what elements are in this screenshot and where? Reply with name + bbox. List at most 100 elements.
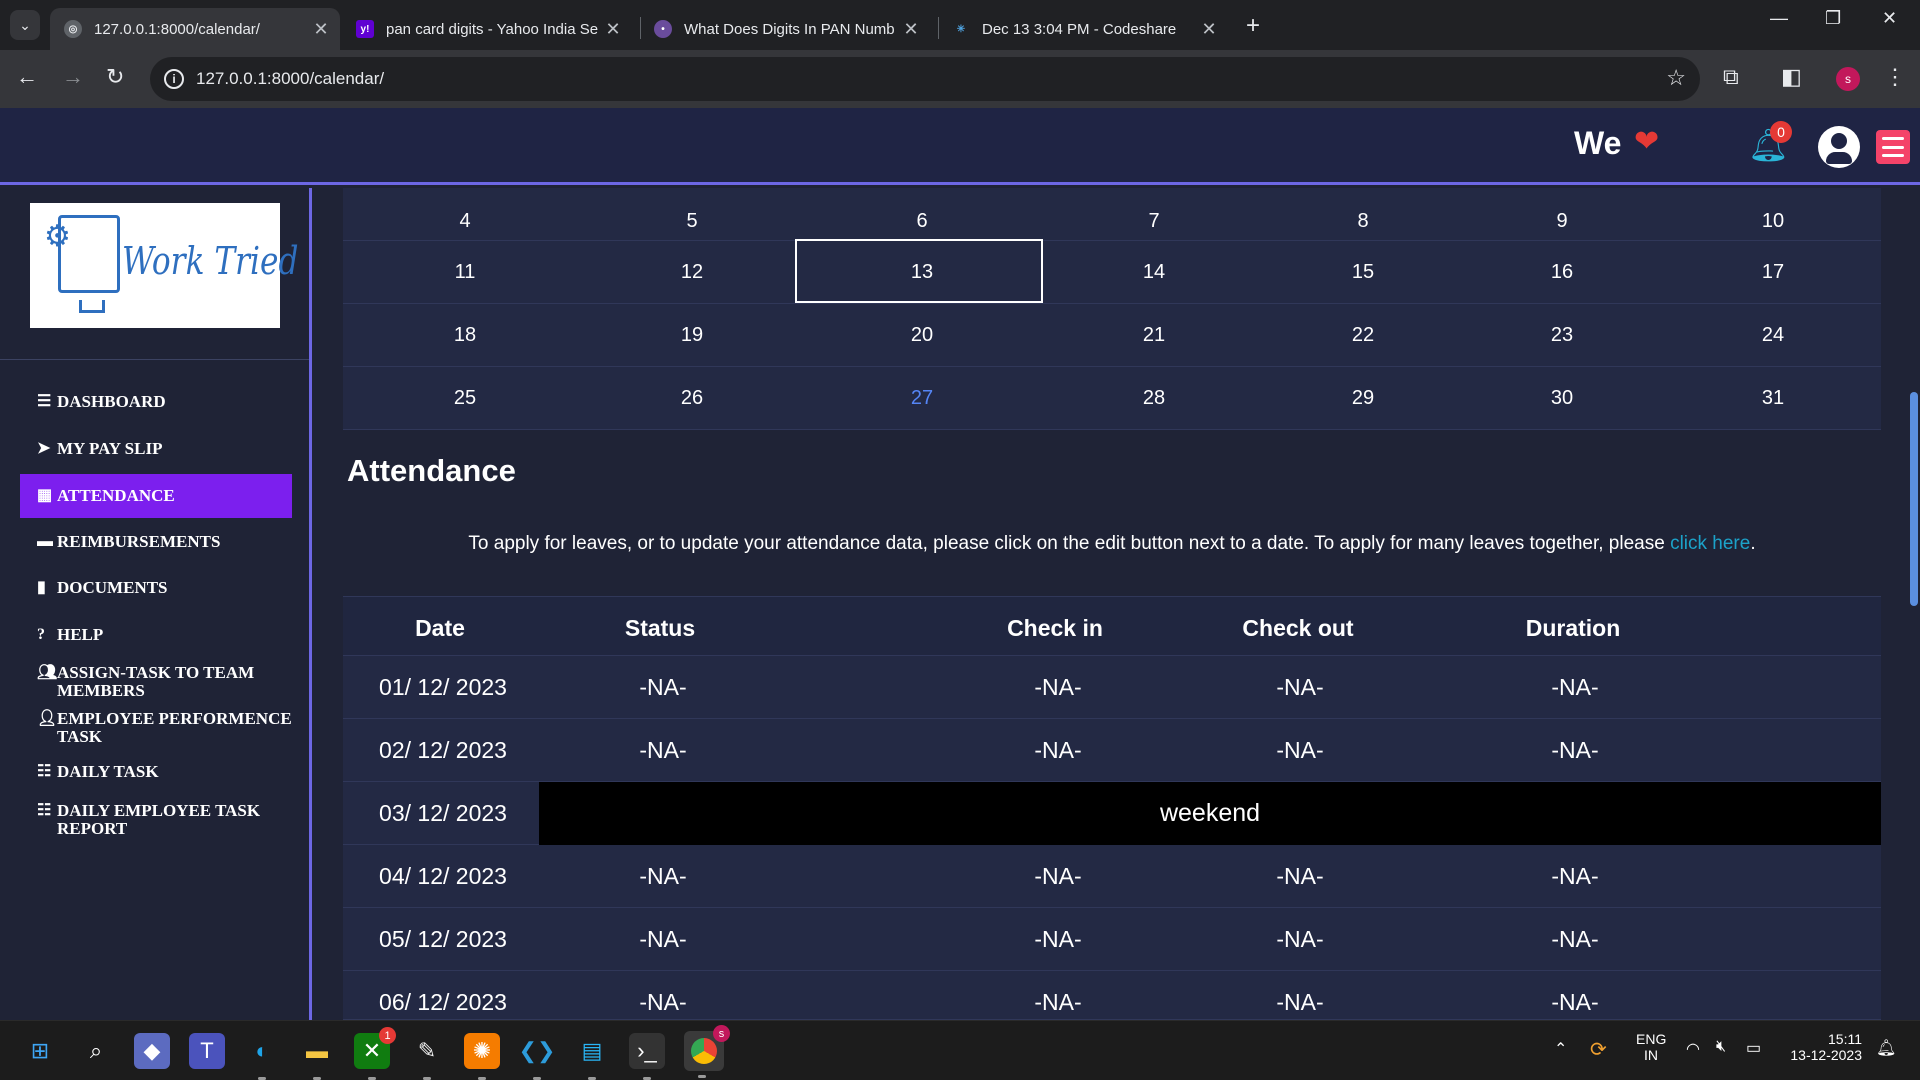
file-explorer-icon[interactable]: ▬ <box>299 1033 335 1080</box>
tray-overflow-icon[interactable]: ⌃ <box>1554 1039 1567 1059</box>
back-icon[interactable]: ← <box>16 64 38 90</box>
calendar-day-highlighted[interactable]: 27 <box>872 387 972 410</box>
calendar-day[interactable]: 6 <box>872 210 972 233</box>
tab-search-button[interactable]: ⌄ <box>10 10 40 40</box>
sidebar-item-label: DAILY TASK <box>57 762 159 781</box>
close-window-icon[interactable]: ✕ <box>1882 8 1897 29</box>
sidebar-item-documents[interactable]: ▮ DOCUMENTS <box>20 579 292 597</box>
calendar-day[interactable]: 25 <box>415 387 515 410</box>
click-here-link[interactable]: click here <box>1670 533 1750 554</box>
calendar-day[interactable]: 18 <box>415 324 515 347</box>
tab-calendar[interactable]: ◎ 127.0.0.1:8000/calendar/ ✕ <box>50 8 340 50</box>
cell-status: -NA- <box>639 674 687 700</box>
calendar-day[interactable]: 7 <box>1104 210 1204 233</box>
user-avatar-icon[interactable] <box>1818 126 1860 168</box>
hamburger-menu-button[interactable] <box>1876 130 1910 164</box>
calendar-day[interactable]: 30 <box>1512 387 1612 410</box>
sidebar-item-reimbursements[interactable]: ▬ REIMBURSEMENTS <box>20 533 292 551</box>
notepad-icon[interactable]: ✎ <box>409 1033 445 1080</box>
sync-icon[interactable]: ⟳ <box>1590 1037 1607 1062</box>
edge-icon[interactable]: ◐ <box>244 1033 280 1080</box>
calendar-day[interactable]: 26 <box>642 387 742 410</box>
column-header-check-in: Check in <box>1007 615 1103 641</box>
sidebar-item-help[interactable]: ? HELP <box>20 626 292 644</box>
calendar-day[interactable]: 5 <box>642 210 742 233</box>
calendar-day[interactable]: 15 <box>1313 261 1413 284</box>
tab-yahoo[interactable]: y! pan card digits - Yahoo India Se ✕ <box>342 8 632 50</box>
reload-icon[interactable]: ↻ <box>106 64 124 90</box>
vscode-icon[interactable]: ❮❯ <box>519 1033 555 1080</box>
profile-avatar[interactable]: s <box>1836 67 1860 91</box>
side-panel-icon[interactable]: ◧ <box>1781 64 1802 90</box>
xampp-icon[interactable]: ✺ <box>464 1033 500 1080</box>
cell-check-out: -NA- <box>1276 863 1324 889</box>
calendar-day[interactable]: 10 <box>1723 210 1823 233</box>
start-icon[interactable]: ⊞ <box>22 1033 58 1069</box>
xbox-icon[interactable]: ✕ 1 <box>354 1027 396 1080</box>
more-menu-icon[interactable]: ⋮ <box>1884 64 1906 90</box>
address-bar[interactable]: i 127.0.0.1:8000/calendar/ ☆ <box>150 57 1700 101</box>
cell-date: 05/ 12/ 2023 <box>379 926 507 952</box>
calendar-day[interactable]: 12 <box>642 261 742 284</box>
cell-check-in: -NA- <box>1034 674 1082 700</box>
copilot-icon[interactable]: ◆ <box>134 1033 170 1069</box>
teams-icon[interactable]: T <box>189 1033 225 1069</box>
calendar-day[interactable]: 23 <box>1512 324 1612 347</box>
close-tab-icon[interactable]: ✕ <box>900 19 922 40</box>
calendar-day[interactable]: 19 <box>642 324 742 347</box>
volume-muted-icon[interactable]: 🔇︎ <box>1716 1038 1726 1056</box>
wifi-icon[interactable]: ◠ <box>1686 1039 1700 1059</box>
forward-icon[interactable]: → <box>62 64 84 90</box>
sidebar-item-employee-performence-task[interactable]: 👤︎ EMPLOYEE PERFORMENCE TASK <box>20 710 292 746</box>
notes-icon[interactable]: ▤ <box>574 1033 610 1080</box>
sidebar-item-attendance[interactable]: ▦ ATTENDANCE <box>20 474 292 518</box>
calendar-day[interactable]: 11 <box>415 261 515 284</box>
calendar-day[interactable]: 16 <box>1512 261 1612 284</box>
calendar-day[interactable]: 14 <box>1104 261 1204 284</box>
extensions-icon[interactable]: ⧉ <box>1723 64 1739 90</box>
terminal-icon[interactable]: ›_ <box>629 1033 665 1080</box>
sidebar-item-dashboard[interactable]: ☰ DASHBOARD <box>20 393 292 411</box>
notification-icon[interactable]: 🔔︎ <box>1876 1038 1896 1058</box>
new-tab-button[interactable]: + <box>1246 12 1260 40</box>
close-tab-icon[interactable]: ✕ <box>602 19 624 40</box>
list-icon: ☰ <box>37 393 52 410</box>
close-tab-icon[interactable]: ✕ <box>310 19 332 40</box>
restore-icon[interactable]: ❐ <box>1825 8 1841 29</box>
sidebar-item-daily-employee-task-report[interactable]: ☷ DAILY EMPLOYEE TASK REPORT <box>20 802 292 838</box>
url-text[interactable]: 127.0.0.1:8000/calendar/ <box>196 69 384 89</box>
calendar-day[interactable]: 31 <box>1723 387 1823 410</box>
calendar-day[interactable]: 21 <box>1104 324 1204 347</box>
site-info-icon[interactable]: i <box>164 69 184 89</box>
bookmark-star-icon[interactable]: ☆ <box>1666 65 1686 91</box>
instructions-end: . <box>1750 533 1756 554</box>
page-scrollbar[interactable] <box>1908 188 1920 1020</box>
table-row: 05/ 12/ 2023 -NA- -NA- -NA- -NA- <box>343 908 1881 971</box>
minimize-icon[interactable]: — <box>1770 8 1788 29</box>
close-tab-icon[interactable]: ✕ <box>1198 19 1220 40</box>
sidebar-item-my-pay-slip[interactable]: ➤ MY PAY SLIP <box>20 440 292 458</box>
calendar-day[interactable]: 28 <box>1104 387 1204 410</box>
calendar-day[interactable]: 24 <box>1723 324 1823 347</box>
calendar-day[interactable]: 29 <box>1313 387 1413 410</box>
calendar-day[interactable]: 22 <box>1313 324 1413 347</box>
calendar-day[interactable]: 20 <box>872 324 972 347</box>
cell-check-in: -NA- <box>1034 737 1082 763</box>
scrollbar-thumb[interactable] <box>1910 392 1918 606</box>
chrome-icon[interactable]: s <box>684 1025 730 1078</box>
company-logo[interactable]: ⚙ Work Tried <box>30 203 298 328</box>
sidebar-item-assign-task[interactable]: 👥︎ ASSIGN-TASK TO TEAM MEMBERS <box>20 664 292 700</box>
calendar-day[interactable]: 8 <box>1313 210 1413 233</box>
tab-codeshare[interactable]: ✳ Dec 13 3:04 PM - Codeshare ✕ <box>938 8 1228 50</box>
calendar-day[interactable]: 17 <box>1723 261 1823 284</box>
search-icon[interactable]: ⌕ <box>78 1033 114 1069</box>
clock[interactable]: 15:11 13-12-2023 <box>1786 1031 1862 1063</box>
calendar-day[interactable]: 9 <box>1512 210 1612 233</box>
calendar-day[interactable]: 4 <box>415 210 515 233</box>
globe-icon: ◎ <box>64 20 82 38</box>
battery-icon[interactable]: ▭ <box>1746 1038 1761 1058</box>
language-indicator[interactable]: ENG IN <box>1636 1031 1666 1063</box>
sidebar-item-daily-task[interactable]: ☷ DAILY TASK <box>20 763 292 781</box>
attendance-instructions: To apply for leaves, or to update your a… <box>343 533 1881 555</box>
tab-pan-digits[interactable]: • What Does Digits In PAN Numb ✕ <box>640 8 930 50</box>
